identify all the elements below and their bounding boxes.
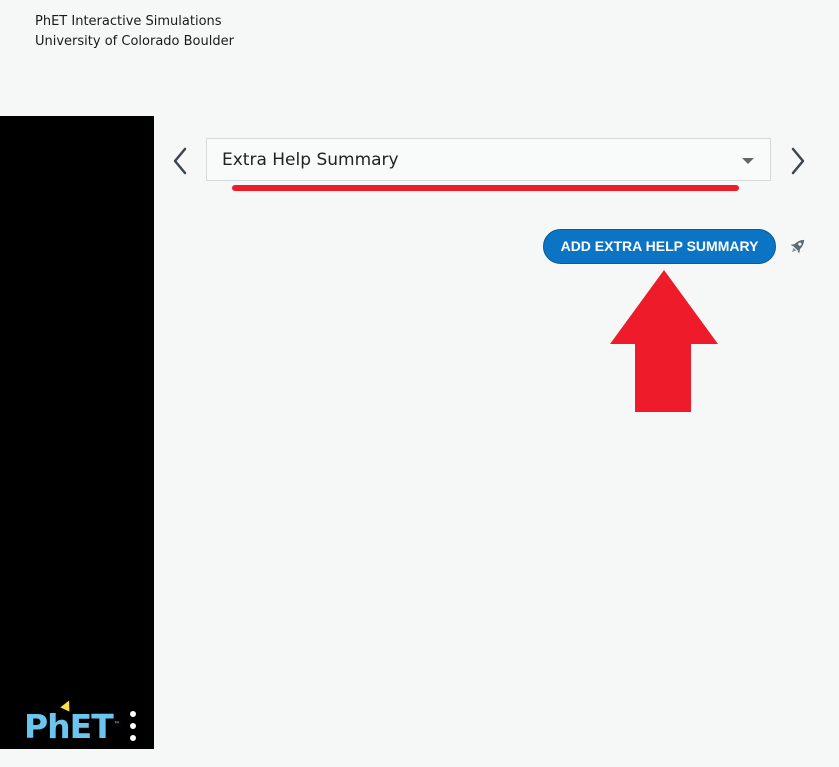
kebab-dot [130, 735, 136, 741]
highlight-arrow [610, 270, 718, 412]
phet-logo[interactable]: PhET ™ [24, 698, 120, 746]
chevron-left-icon [173, 147, 187, 175]
simulation-panel: PhET ™ [0, 116, 154, 749]
section-select-value: Extra Help Summary [222, 150, 399, 170]
caret-down-icon [742, 158, 754, 164]
phet-logo-word: PhET [24, 707, 114, 746]
kebab-dot [130, 723, 136, 729]
chevron-right-icon [791, 147, 805, 175]
rocket-button[interactable] [786, 236, 808, 258]
section-select[interactable]: Extra Help Summary [206, 138, 771, 181]
phet-logo-text: PhET ™ [24, 698, 120, 746]
phet-trademark: ™ [113, 721, 120, 728]
rocket-icon [790, 239, 805, 254]
highlight-underline [232, 185, 739, 191]
add-extra-help-summary-button[interactable]: ADD EXTRA HELP SUMMARY [543, 229, 776, 264]
org-header: PhET Interactive Simulations University … [35, 12, 234, 52]
previous-button[interactable] [170, 146, 192, 176]
next-button[interactable] [787, 146, 809, 176]
org-name: PhET Interactive Simulations [35, 14, 222, 29]
page: PhET Interactive Simulations University … [0, 0, 839, 767]
kebab-menu-icon[interactable] [130, 711, 136, 741]
org-university: University of Colorado Boulder [35, 34, 234, 49]
kebab-dot [130, 711, 136, 717]
